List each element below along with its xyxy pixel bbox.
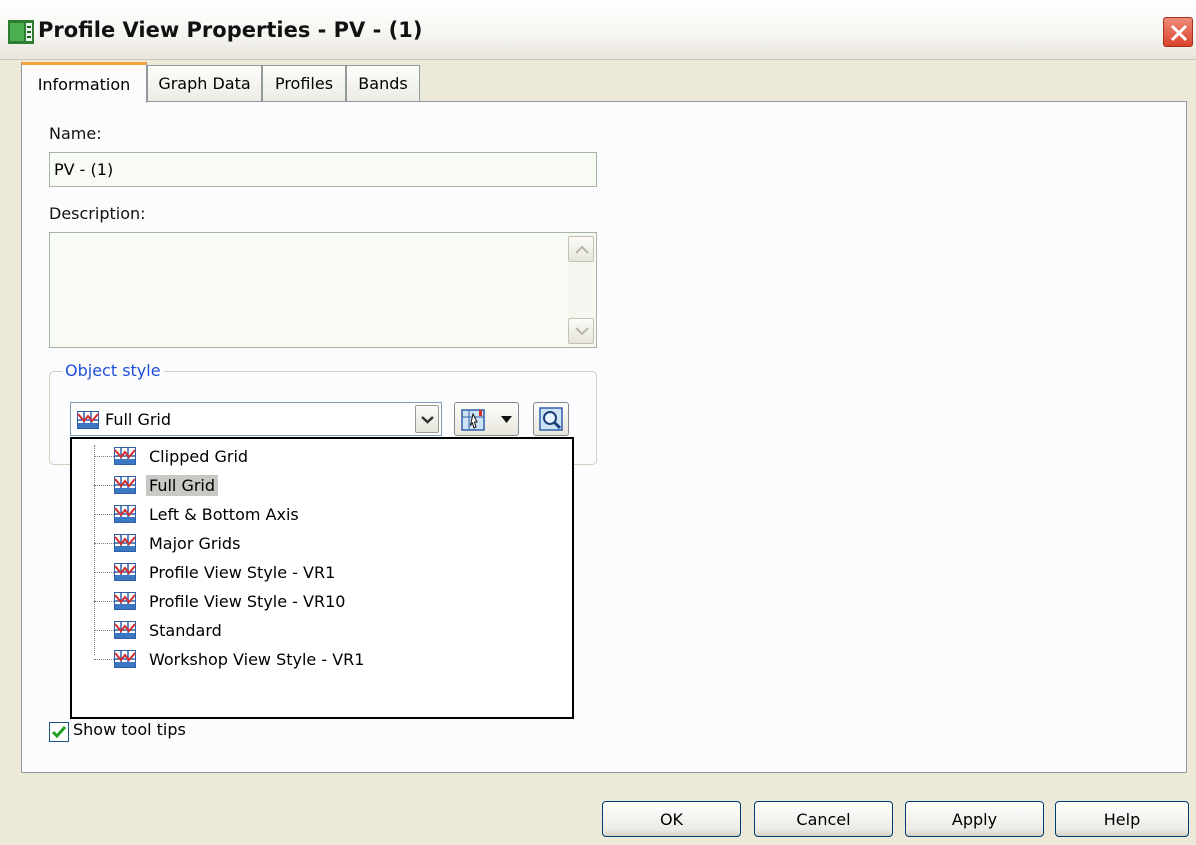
style-option[interactable]: Full Grid [72,472,562,498]
chevron-down-icon [501,416,512,423]
profile-view-style-icon [114,476,136,499]
object-style-dropdown-list[interactable]: Clipped Grid Full Grid Left & Bottom Axis M… [70,437,574,719]
style-option-label: Left & Bottom Axis [149,505,299,524]
style-option-label: Profile View Style - VR10 [149,592,346,611]
style-option[interactable]: Major Grids [72,530,562,556]
style-option-label: Major Grids [149,534,241,553]
scroll-down-button[interactable] [568,318,594,344]
profile-view-style-icon [114,563,136,586]
style-option[interactable]: Clipped Grid [72,443,562,469]
profile-view-style-icon [114,621,136,644]
description-label: Description: [49,204,146,223]
object-style-dropdown-button[interactable] [415,405,439,433]
object-style-value: Full Grid [105,410,172,429]
help-button[interactable]: Help [1055,801,1189,837]
style-option-label: Standard [149,621,222,640]
tab-bands[interactable]: Bands [346,65,420,102]
ok-button[interactable]: OK [602,801,741,837]
chevron-up-icon [575,245,589,254]
tab-graph-data[interactable]: Graph Data [147,65,262,102]
tab-information[interactable]: Information [21,62,147,103]
object-style-legend: Object style [62,361,164,380]
scroll-up-button[interactable] [568,236,594,262]
style-option-label: Clipped Grid [149,447,249,466]
check-icon [52,726,66,739]
style-option-label: Profile View Style - VR1 [149,563,336,582]
close-icon [1170,24,1188,42]
style-option[interactable]: Left & Bottom Axis [72,501,562,527]
style-option[interactable]: Profile View Style - VR1 [72,559,562,585]
style-option[interactable]: Standard [72,617,562,643]
description-scrollbar[interactable] [567,234,595,346]
tree-branch [94,659,114,660]
close-button[interactable] [1163,17,1193,47]
style-option-label: Full Grid [146,475,219,496]
object-style-select[interactable]: Full Grid [70,402,442,436]
tree-branch [94,601,114,602]
tree-branch [94,485,114,486]
tree-branch [94,572,114,573]
profile-view-style-icon [114,447,136,470]
app-icon [8,20,34,44]
name-field[interactable]: PV - (1) [49,152,597,187]
tree-branch [94,456,114,457]
tree-branch [94,543,114,544]
description-field[interactable] [49,232,597,348]
tab-profiles[interactable]: Profiles [262,65,346,102]
chevron-down-icon [575,327,589,336]
cancel-button[interactable]: Cancel [754,801,893,837]
preview-style-button[interactable] [533,402,569,436]
style-option[interactable]: Workshop View Style - VR1 [72,646,562,672]
show-tooltips-label: Show tool tips [73,720,186,739]
edit-style-button[interactable] [454,402,519,436]
profile-view-style-icon [114,650,136,673]
profile-view-style-icon [77,411,99,429]
style-option[interactable]: Profile View Style - VR10 [72,588,562,614]
tree-branch [94,630,114,631]
show-tooltips-checkbox[interactable] [49,722,69,742]
window-title: Profile View Properties - PV - (1) [38,18,423,42]
profile-view-style-icon [114,534,136,557]
profile-view-style-icon [114,505,136,528]
edit-style-icon [461,409,485,431]
profile-view-style-icon [114,592,136,615]
chevron-down-icon [421,416,434,424]
name-label: Name: [49,124,102,143]
style-option-label: Workshop View Style - VR1 [149,650,365,669]
magnifier-icon [539,407,563,431]
tree-branch [94,514,114,515]
apply-button[interactable]: Apply [905,801,1044,837]
title-bar[interactable]: Profile View Properties - PV - (1) [0,0,1196,60]
